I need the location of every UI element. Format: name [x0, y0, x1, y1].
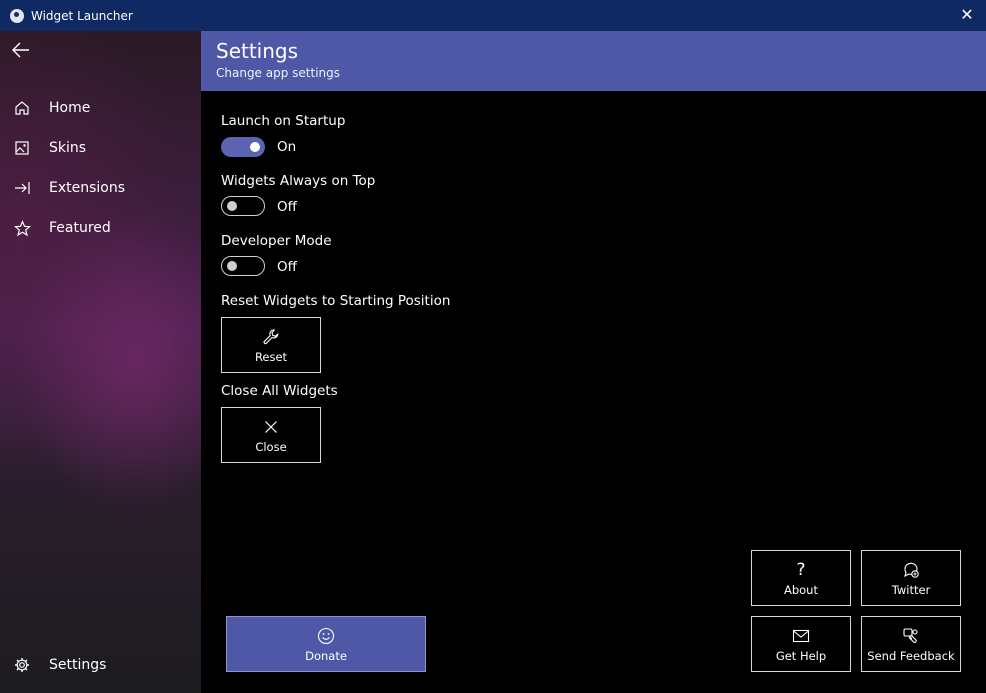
twitter-button-label: Twitter [891, 583, 931, 597]
donate-button-label: Donate [305, 649, 347, 663]
question-icon: ? [796, 560, 806, 580]
developer-mode-label: Developer Mode [221, 233, 332, 249]
toggle-knob [227, 200, 237, 211]
launch-startup-state: On [277, 139, 297, 155]
mail-icon [792, 626, 810, 646]
sidebar-item-home[interactable]: Home [0, 90, 201, 126]
about-button[interactable]: ? About [751, 550, 851, 606]
wrench-icon [262, 327, 280, 347]
sidebar-item-skins[interactable]: Skins [0, 130, 201, 166]
home-icon [13, 99, 31, 117]
sidebar-item-settings[interactable]: Settings [0, 647, 201, 683]
feedback-icon [902, 626, 920, 646]
always-on-top-toggle[interactable] [221, 196, 265, 216]
smiley-icon [317, 626, 335, 646]
developer-mode-state: Off [277, 259, 297, 275]
launch-startup-label: Launch on Startup [221, 113, 346, 129]
page-header: Settings Change app settings [201, 31, 986, 91]
always-on-top-label: Widgets Always on Top [221, 173, 376, 189]
close-icon [263, 417, 279, 437]
always-on-top-state: Off [277, 199, 297, 215]
sidebar-item-label: Settings [49, 657, 107, 673]
sidebar-item-label: Featured [49, 220, 111, 236]
arrow-to-bar-icon [13, 179, 31, 197]
window-title: Widget Launcher [31, 8, 133, 23]
reset-widgets-label: Reset Widgets to Starting Position [221, 293, 451, 309]
launch-startup-toggle[interactable] [221, 137, 265, 157]
reset-button-label: Reset [254, 350, 288, 364]
send-feedback-button-label: Send Feedback [867, 649, 955, 663]
close-all-button[interactable]: Close [221, 407, 321, 463]
toggle-knob [227, 260, 237, 271]
gear-icon [13, 656, 31, 674]
get-help-button[interactable]: Get Help [751, 616, 851, 672]
send-feedback-button[interactable]: Send Feedback [861, 616, 961, 672]
donate-button[interactable]: Donate [226, 616, 426, 672]
reset-button[interactable]: Reset [221, 317, 321, 373]
close-widgets-label: Close All Widgets [221, 383, 338, 399]
star-icon [13, 219, 31, 237]
page-subtitle: Change app settings [216, 66, 341, 80]
sidebar: Home Skins Extensions Featured Settings [0, 31, 201, 693]
title-bar: Widget Launcher ✕ [0, 0, 986, 31]
sidebar-item-label: Home [49, 100, 91, 116]
page-title: Settings [216, 39, 299, 63]
back-arrow-icon [12, 42, 29, 58]
back-button[interactable] [10, 39, 32, 61]
about-button-label: About [783, 583, 818, 597]
toggle-knob [250, 142, 260, 152]
sidebar-item-label: Skins [49, 140, 87, 156]
twitter-button[interactable]: Twitter [861, 550, 961, 606]
window-close-button[interactable]: ✕ [958, 6, 976, 24]
sidebar-item-featured[interactable]: Featured [0, 210, 201, 246]
image-icon [13, 139, 31, 157]
chat-bubble-icon [902, 560, 920, 580]
developer-mode-toggle[interactable] [221, 256, 265, 276]
sidebar-item-extensions[interactable]: Extensions [0, 170, 201, 206]
app-logo-icon [10, 8, 24, 23]
sidebar-item-label: Extensions [49, 180, 126, 196]
close-all-button-label: Close [255, 440, 287, 454]
get-help-button-label: Get Help [775, 649, 827, 663]
